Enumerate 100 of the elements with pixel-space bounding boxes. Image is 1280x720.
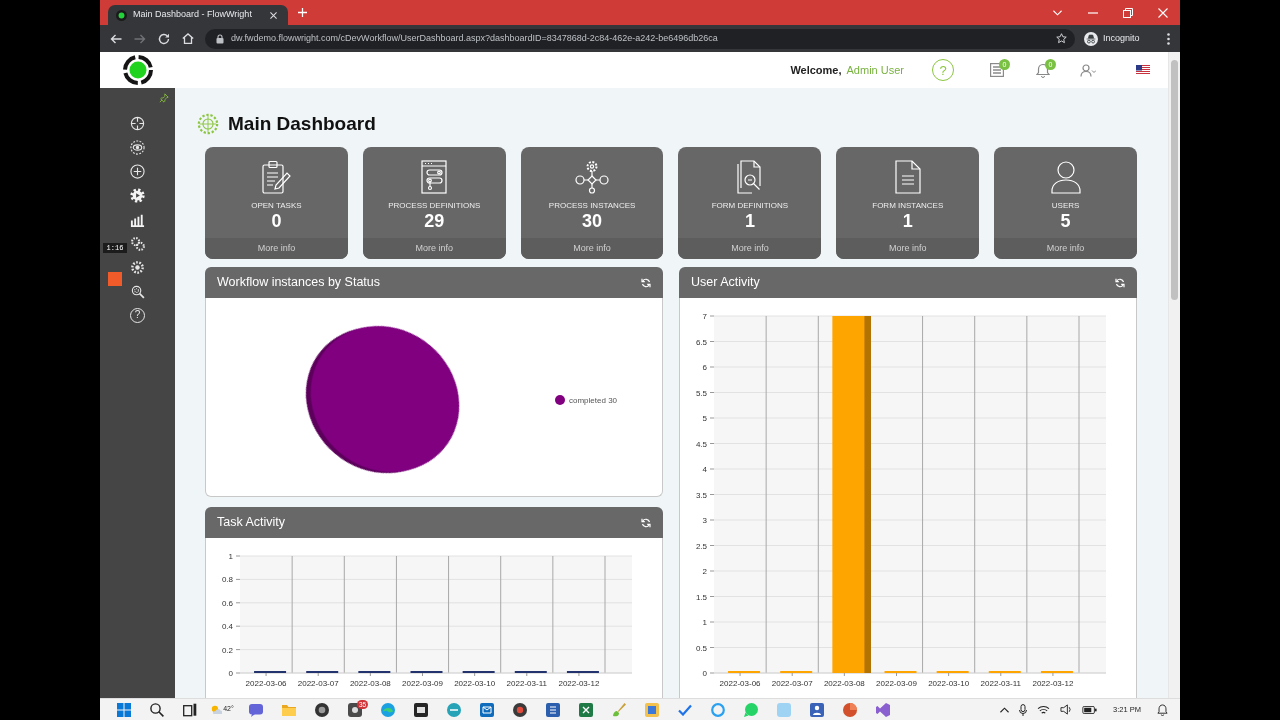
panel-title: Task Activity [217,514,286,532]
restore-icon[interactable] [1122,7,1133,18]
gears-icon[interactable] [130,235,145,251]
search-gear-icon[interactable] [130,283,145,299]
pin-icon[interactable] [159,93,169,103]
x-axis-label: 2022-03-09 [402,679,443,688]
grid-tile-icon[interactable] [644,702,659,717]
close-icon[interactable] [270,11,277,19]
browser-tab[interactable]: Main Dashboard - FlowWright [108,5,288,25]
refresh-icon[interactable] [641,517,651,528]
star-icon[interactable] [1056,33,1067,44]
list-icon[interactable] [990,63,1004,77]
notification-icon[interactable] [1157,703,1168,716]
scrollbar[interactable] [1168,52,1180,698]
person-tile-icon[interactable] [809,702,824,717]
chevron-up-icon[interactable] [1000,706,1010,713]
back-icon[interactable] [110,33,122,44]
check-icon[interactable] [677,703,692,716]
lock-icon[interactable] [216,33,224,44]
y-axis-label: 0.6 [221,598,233,608]
x-axis-label: 2022-03-07 [771,679,813,688]
more-info-link[interactable]: More info [836,238,980,259]
spreadsheet-tile-icon[interactable] [578,702,593,717]
x-axis-label: 2022-03-08 [823,679,865,688]
round-app-icon[interactable] [512,702,527,717]
stat-value: 5 [1060,211,1071,231]
chat-icon[interactable] [248,702,263,717]
x-axis-label: 2022-03-10 [454,679,496,688]
lens-icon[interactable] [314,702,329,717]
speaker-icon[interactable] [1060,704,1073,715]
gear-play-icon[interactable] [130,187,145,203]
microphone-icon[interactable] [1019,703,1028,716]
y-axis-label: 1 [228,552,233,561]
more-info-link[interactable]: More info [520,238,664,259]
panel-title: User Activity [691,274,760,292]
wifi-icon[interactable] [1037,704,1051,715]
refresh-icon[interactable] [1115,277,1125,288]
kebab-menu-icon[interactable] [1167,32,1170,45]
favicon-icon [116,9,127,21]
more-info-link[interactable]: More info [205,238,348,259]
y-axis-label: 0.5 [695,643,707,653]
y-axis-label: 2.5 [695,541,707,551]
logo-icon[interactable] [122,55,153,85]
app-tile-icon[interactable] [413,702,428,717]
legend-label: completed 30 [569,396,618,405]
stat-label: USERS [1051,201,1080,211]
y-axis-label: 2 [702,567,707,576]
gear-icon[interactable] [130,259,145,275]
address-bar[interactable]: dw.fwdemo.flowwright.com/cDevWorkflow/UserDashboard.aspx?dashboardID=8347868d-2c84-462e-a242-be6496db26ca [205,28,1075,49]
y-axis-label: 5 [702,414,707,423]
bell-icon[interactable] [1036,62,1050,78]
y-axis-label: 3.5 [695,490,707,500]
plus-circle-icon[interactable] [130,163,145,179]
more-info-link[interactable]: More info [678,238,822,259]
gear-icon [197,113,219,135]
user-name-link[interactable]: Admin User [846,61,904,79]
pie-slice[interactable] [310,326,460,472]
circle-app-icon[interactable] [842,702,857,717]
globe-icon[interactable] [380,702,395,717]
stat-value: 30 [582,211,603,231]
chevron-down-icon[interactable] [1053,9,1062,16]
envelope-tile-icon[interactable] [479,702,494,717]
ring-icon[interactable] [710,702,725,717]
stat-value: 29 [424,211,445,231]
x-axis-label: 2022-03-12 [1032,679,1074,688]
refresh-icon[interactable] [641,277,651,288]
x-axis-label: 2022-03-09 [876,679,917,688]
reload-icon[interactable] [158,32,170,45]
stat-value: 1 [744,211,755,231]
minimize-icon[interactable] [1087,11,1098,14]
more-info-link[interactable]: More info [362,238,506,259]
eye-icon[interactable] [130,139,145,155]
circle-app-icon[interactable] [446,702,461,717]
document-tile-icon[interactable] [545,702,560,717]
stat-value: 0 [271,211,282,231]
x-axis-label: 2022-03-11 [506,679,547,688]
x-axis-label: 2022-03-12 [558,679,600,688]
x-axis-label: 2022-03-10 [928,679,970,688]
task-view-icon[interactable] [182,702,197,717]
app-tile-icon[interactable] [776,702,791,717]
stat-label: FORM DEFINITIONS [711,201,789,211]
stat-label: PROCESS DEFINITIONS [388,201,481,211]
home-icon[interactable] [182,33,194,44]
flag-icon[interactable] [1136,65,1150,75]
crosshair-icon[interactable] [130,115,145,131]
y-axis-label: 0.8 [221,575,233,585]
search-icon[interactable] [149,702,164,717]
panel-title: Workflow instances by Status [217,274,381,292]
windows-logo-icon[interactable] [116,702,131,717]
battery-icon[interactable] [1082,705,1098,714]
ribbon-app-icon[interactable] [875,702,890,717]
y-axis-label: 6.5 [695,337,707,347]
x-axis-label: 2022-03-06 [719,679,761,688]
more-info-link[interactable]: More info [994,238,1137,259]
y-axis-label: 0 [228,669,233,678]
plus-icon[interactable] [298,8,307,17]
y-axis-label: 5.5 [695,388,707,398]
user-menu-icon[interactable] [1080,63,1096,77]
scrollbar-thumb[interactable] [1171,60,1178,300]
welcome-text: Welcome, [790,62,842,78]
